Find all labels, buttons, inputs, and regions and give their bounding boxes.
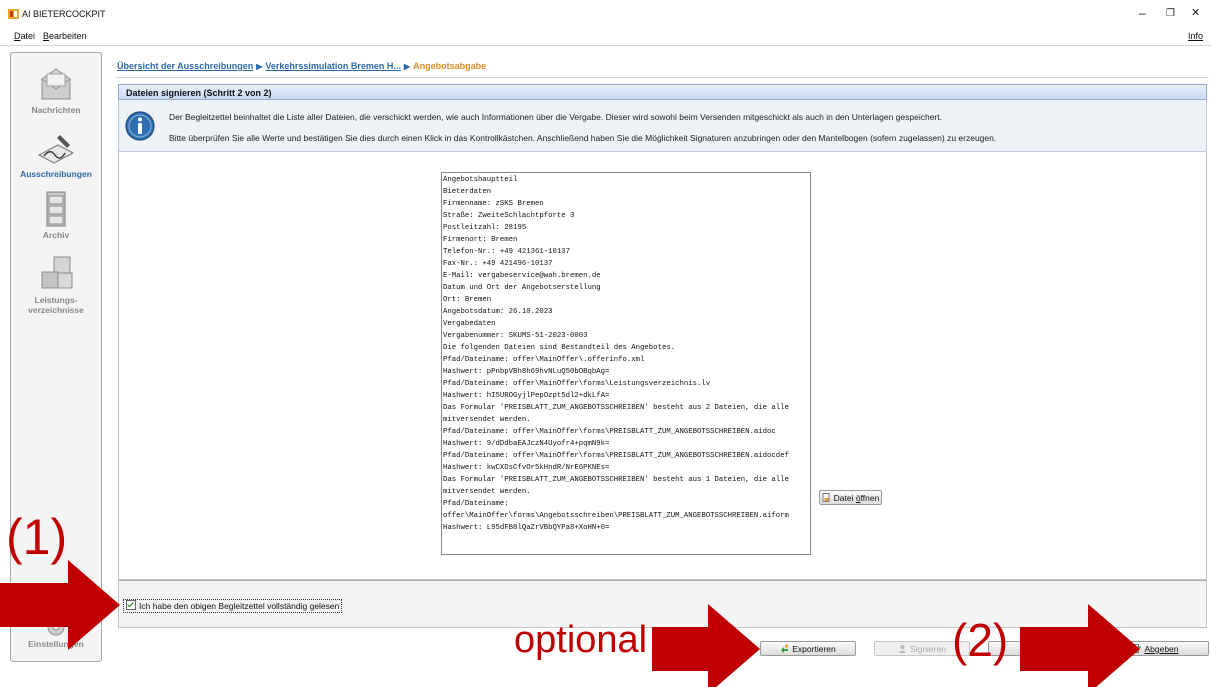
annotation-label-2: (2) — [952, 614, 1009, 666]
arrow-optional-icon — [652, 604, 760, 687]
arrow-2-icon — [1020, 604, 1140, 687]
annotation-label-1: (1) — [6, 509, 68, 565]
annotation-label-optional: optional — [514, 619, 648, 661]
annotation-arrows — [0, 560, 1140, 687]
arrow-1-icon — [0, 560, 120, 650]
